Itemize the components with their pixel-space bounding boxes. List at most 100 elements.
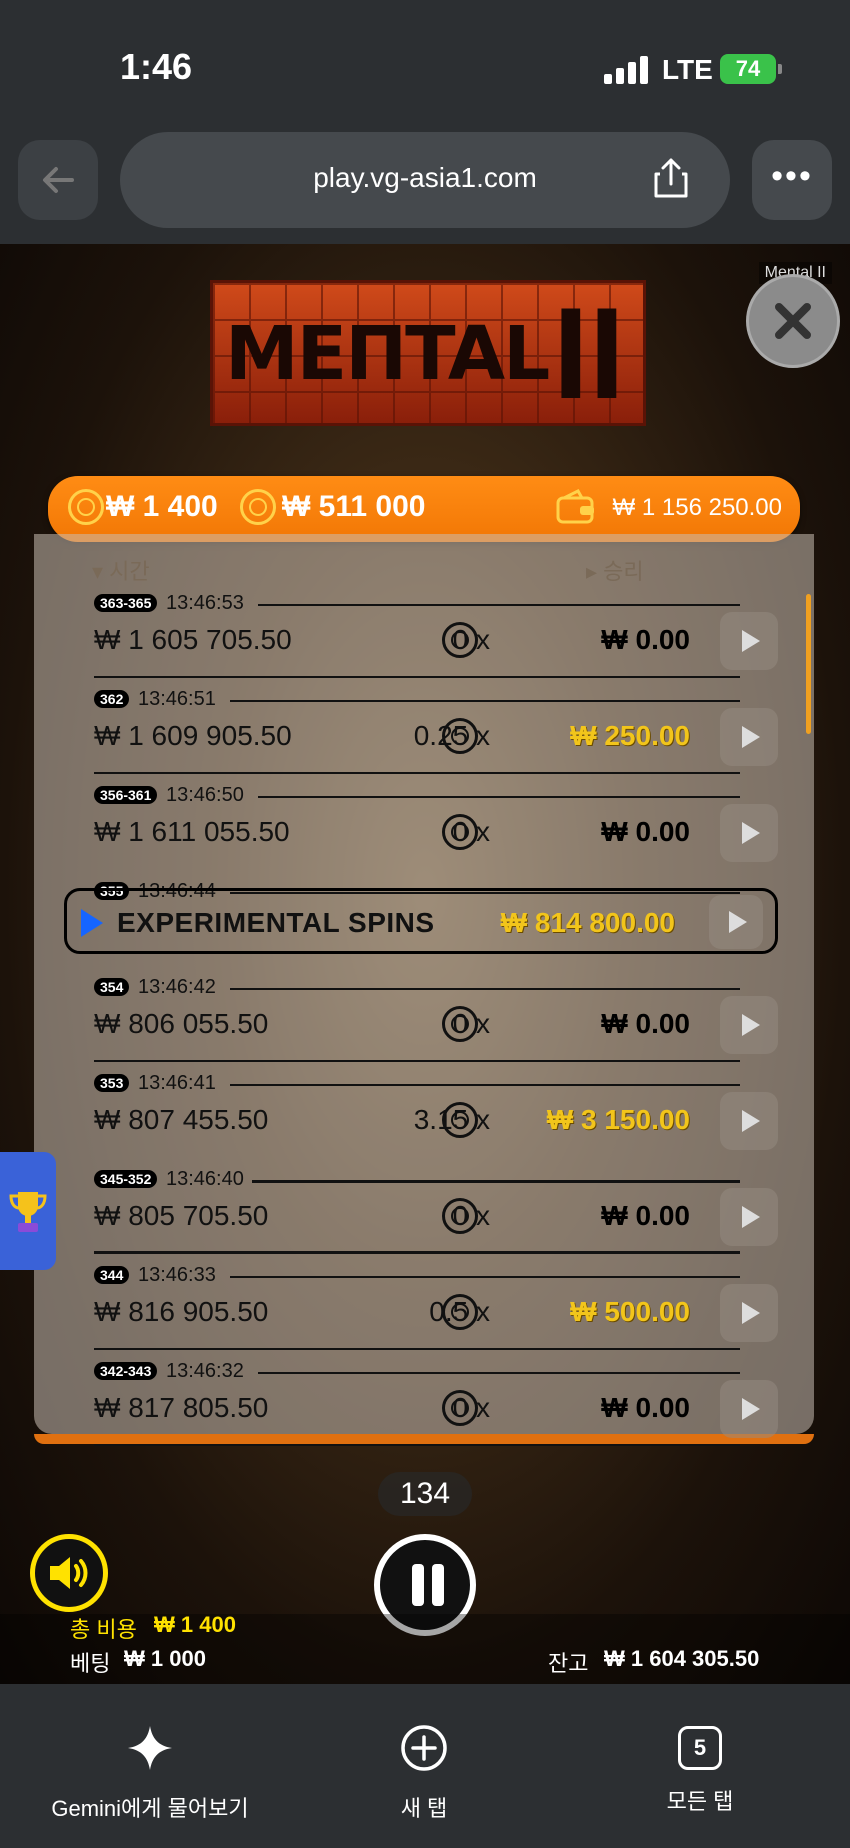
replay-button[interactable] <box>720 1092 778 1150</box>
back-button[interactable] <box>18 140 98 220</box>
game-footer: 총 비용 ₩ 1 400 베팅 ₩ 1 000 잔고 ₩ 1 604 305.5… <box>0 1612 850 1684</box>
history-row: 345-352 13:46:40 ₩ 805 705.50 0 x ₩ 0.00 <box>58 1160 778 1254</box>
balance-label: 잔고 <box>548 1651 589 1676</box>
leaderboard-tab[interactable] <box>0 1152 56 1270</box>
row-balance: ₩ 805 705.50 <box>94 1200 269 1231</box>
url-text: play.vg-asia1.com <box>313 162 537 193</box>
row-win: ₩ 250.00 <box>570 720 690 751</box>
spin-range-badge: 363-365 <box>94 594 158 612</box>
replay-button[interactable] <box>720 1188 778 1246</box>
clock: 1:46 <box>120 46 193 87</box>
replay-button[interactable] <box>720 804 778 862</box>
browser-toolbar: play.vg-asia1.com ••• <box>0 132 850 244</box>
total-cost-label: 총 비용 <box>70 1617 137 1642</box>
coin-icon <box>68 489 104 525</box>
logo-numeral: II <box>552 280 625 426</box>
close-button[interactable] <box>746 274 840 368</box>
coin-icon <box>442 1294 478 1330</box>
coin-icon <box>442 1006 478 1042</box>
divider <box>94 676 740 678</box>
row-win: ₩ 500.00 <box>570 1296 690 1327</box>
coin-icon <box>442 1390 478 1426</box>
row-time: 13:46:42 <box>138 976 216 998</box>
history-row: 356-361 13:46:50 ₩ 1 611 055.50 0 x ₩ 0.… <box>58 776 778 870</box>
tab-count-icon: 5 <box>678 1726 722 1770</box>
share-icon[interactable] <box>652 156 690 200</box>
replay-button[interactable] <box>709 895 763 949</box>
signal-icon <box>604 56 648 84</box>
column-header-win[interactable]: ▸ 승리 <box>586 554 644 586</box>
divider <box>258 604 740 606</box>
sparkle-icon <box>128 1726 172 1770</box>
new-tab-label: 새 탭 <box>400 1796 448 1821</box>
coin-icon <box>442 1102 478 1138</box>
divider <box>230 1084 740 1086</box>
speaker-icon <box>50 1557 88 1589</box>
row-win: ₩ 0.00 <box>601 1008 690 1039</box>
arrow-left-icon <box>43 167 74 193</box>
wallet-balance: ₩ 1 156 250.00 <box>612 494 782 521</box>
divider <box>258 796 740 798</box>
row-balance: ₩ 1 609 905.50 <box>94 720 292 751</box>
row-balance: ₩ 817 805.50 <box>94 1392 269 1423</box>
balance-value: ₩ 1 604 305.50 <box>604 1646 760 1671</box>
plus-circle-icon <box>401 1725 447 1771</box>
history-row: 354 13:46:42 ₩ 806 055.50 0 x ₩ 0.00 <box>58 968 778 1062</box>
more-options-button[interactable]: ••• <box>752 140 832 220</box>
history-row: 344 13:46:33 ₩ 816 905.50 0.5 x ₩ 500.00 <box>58 1256 778 1350</box>
bet-cost: ₩ 1 400 <box>106 490 218 523</box>
battery-level: 74 <box>735 56 761 81</box>
scrollbar[interactable] <box>806 594 811 734</box>
replay-button[interactable] <box>720 612 778 670</box>
ask-gemini-button[interactable]: Gemini에게 물어보기 <box>40 1724 260 1823</box>
logo-text: MEΠTAL <box>225 311 550 397</box>
wallet-icon <box>556 489 594 524</box>
row-win: ₩ 0.00 <box>601 1392 690 1423</box>
coin-icon <box>442 622 478 658</box>
replay-button[interactable] <box>720 708 778 766</box>
column-header-time[interactable]: ▾ 시간 <box>92 554 150 586</box>
experimental-spins-row[interactable]: EXPERIMENTAL SPINS ₩ 814 800.00 <box>64 888 778 954</box>
row-time: 13:46:41 <box>138 1072 216 1094</box>
autoplay-counter: 134 <box>378 1472 472 1516</box>
row-time: 13:46:32 <box>166 1360 244 1382</box>
spin-range-badge: 345-352 <box>94 1170 158 1188</box>
divider <box>94 1251 740 1254</box>
pause-icon <box>412 1564 424 1606</box>
new-tab-button[interactable]: 새 탭 <box>374 1724 474 1823</box>
all-tabs-label: 모든 탭 <box>666 1789 734 1814</box>
row-balance: ₩ 806 055.50 <box>94 1008 269 1039</box>
history-row: 353 13:46:41 ₩ 807 455.50 3.15 x ₩ 3 150… <box>58 1064 778 1158</box>
bet-value: ₩ 1 000 <box>124 1646 206 1671</box>
spin-range-badge: 342-343 <box>94 1362 158 1380</box>
row-win: ₩ 0.00 <box>601 816 690 847</box>
address-bar[interactable]: play.vg-asia1.com <box>120 132 730 228</box>
coin-icon <box>442 1198 478 1234</box>
replay-button[interactable] <box>720 996 778 1054</box>
divider <box>94 1444 740 1446</box>
sound-toggle-button[interactable] <box>30 1534 108 1612</box>
divider <box>252 1180 740 1183</box>
replay-button[interactable] <box>720 1380 778 1438</box>
feature-win: ₩ 814 800.00 <box>500 907 675 938</box>
divider <box>94 1060 740 1062</box>
coin-icon <box>442 814 478 850</box>
row-win: ₩ 3 150.00 <box>546 1104 690 1135</box>
replay-button[interactable] <box>720 1284 778 1342</box>
all-tabs-button[interactable]: 5 모든 탭 <box>650 1724 750 1816</box>
tab-count: 5 <box>693 1735 707 1760</box>
spin-range-badge: 354 <box>94 978 130 996</box>
ask-gemini-label: Gemini에게 물어보기 <box>51 1796 249 1821</box>
spin-range-badge: 353 <box>94 1074 130 1092</box>
divider <box>258 1372 740 1374</box>
divider <box>94 1348 740 1350</box>
row-time: 13:46:53 <box>166 592 244 614</box>
history-row: 342-343 13:46:32 ₩ 817 805.50 0 x ₩ 0.00 <box>58 1352 778 1446</box>
bet-summary-bar: ₩ 1 400 ₩ 511 000 ₩ 1 156 250.00 <box>48 476 800 542</box>
close-icon <box>775 303 811 339</box>
history-row: 363-365 13:46:53 ₩ 1 605 705.50 0 x ₩ 0.… <box>58 584 778 678</box>
game-viewport: Mental II MEΠTAL II ₩ 1 400 ₩ 511 000 ₩ … <box>0 244 850 1684</box>
bet-label: 베팅 <box>70 1651 111 1676</box>
row-balance: ₩ 1 605 705.50 <box>94 624 292 655</box>
row-balance: ₩ 1 611 055.50 <box>94 816 290 847</box>
